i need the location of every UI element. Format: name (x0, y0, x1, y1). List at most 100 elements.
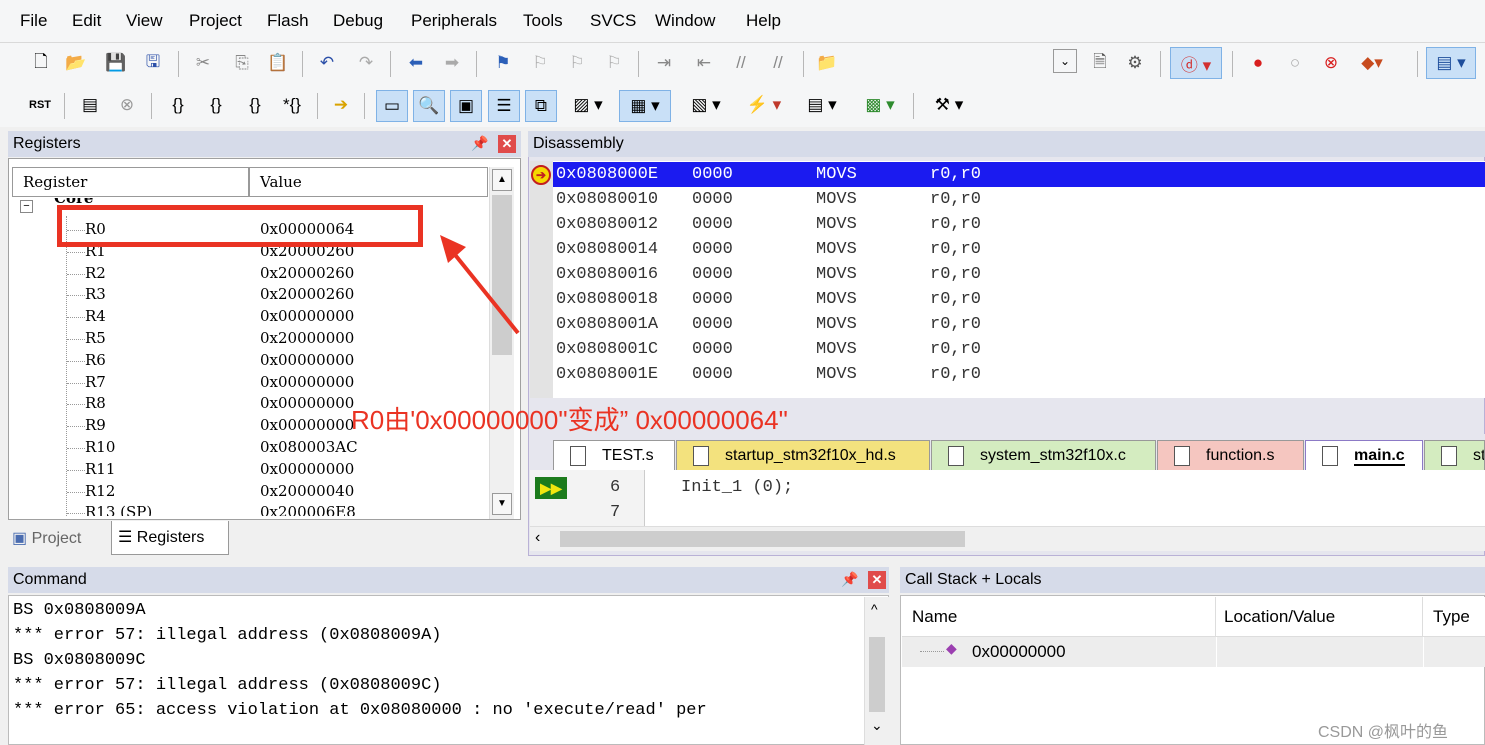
scroll-left-icon[interactable]: ‹ (535, 529, 540, 547)
register-value[interactable]: 0x080003AC (260, 438, 358, 456)
tab-project[interactable]: ▣ Project (12, 524, 108, 554)
memory-window-icon[interactable]: ▦ ▾ (619, 90, 671, 122)
bookmark-clear-icon[interactable]: ⚐ (600, 49, 628, 77)
dropdown-arrow-icon[interactable]: ⌄ (1053, 49, 1077, 73)
save-all-icon[interactable]: 🖫 (139, 49, 167, 77)
col-header-name[interactable]: Name (902, 597, 1216, 637)
file-tab[interactable]: main.c (1305, 440, 1423, 470)
reset-icon[interactable]: RST (26, 91, 54, 119)
code-line[interactable]: Init_1 (0); (681, 478, 793, 497)
new-file-icon[interactable]: 🗋 (27, 49, 55, 77)
register-row[interactable]: R11 0x00000000 (12, 460, 488, 482)
file-tab[interactable]: st (1424, 440, 1485, 470)
menu-view[interactable]: View (126, 11, 163, 31)
tools-icon[interactable]: ⚙ (1121, 49, 1149, 77)
col-header-register[interactable]: Register (12, 167, 249, 197)
disassembly-line[interactable]: 0x0808001A 0000 MOVS r0,r0 (556, 312, 1485, 337)
disassembly-line[interactable]: 0x08080018 0000 MOVS r0,r0 (556, 287, 1485, 312)
collapse-icon[interactable]: − (20, 200, 33, 213)
menu-tools[interactable]: Tools (523, 11, 563, 31)
uncomment-icon[interactable]: // (764, 49, 792, 77)
step-over-icon[interactable]: {} (202, 91, 230, 119)
menu-file[interactable]: File (20, 11, 47, 31)
disassembly-line[interactable]: 0x08080012 0000 MOVS r0,r0 (556, 212, 1485, 237)
register-row[interactable]: R13 (SP) 0x200006E8 (12, 503, 488, 516)
register-value[interactable]: 0x200006E8 (260, 503, 356, 516)
register-value[interactable]: 0x00000000 (260, 351, 354, 369)
menu-peripherals[interactable]: Peripherals (411, 11, 497, 31)
close-icon[interactable]: ✕ (868, 571, 886, 589)
run-to-cursor-icon[interactable]: *{} (278, 91, 306, 119)
col-header-location[interactable]: Location/Value (1216, 597, 1423, 637)
register-row[interactable]: R4 0x00000000 (12, 307, 488, 329)
scroll-thumb[interactable] (869, 637, 885, 712)
register-value[interactable]: 0x20000260 (260, 264, 354, 282)
register-row[interactable]: R12 0x20000040 (12, 482, 488, 504)
menu-help[interactable]: Help (746, 11, 781, 31)
register-value[interactable]: 0x20000000 (260, 329, 354, 347)
col-header-value[interactable]: Value (249, 167, 488, 197)
registers-scrollbar[interactable]: ▲ ▼ (489, 167, 514, 519)
command-window-icon[interactable]: ▭ (376, 90, 408, 122)
step-out-icon[interactable]: {} (241, 91, 269, 119)
watch-window-icon[interactable]: ▨ ▾ (562, 91, 614, 119)
comment-icon[interactable]: // (727, 49, 755, 77)
register-value[interactable]: 0x00000000 (260, 460, 354, 478)
disassembly-line[interactable]: 0x08080016 0000 MOVS r0,r0 (556, 262, 1485, 287)
disassembly-window-icon[interactable]: 🔍 (413, 90, 445, 122)
indent-icon[interactable]: ⇥ (650, 49, 678, 77)
disassembly-line[interactable]: 0x0808001C 0000 MOVS r0,r0 (556, 337, 1485, 362)
bookmark-icon[interactable]: ⚑ (489, 49, 517, 77)
breakpoint-kill-icon[interactable]: ◆▾ (1358, 49, 1386, 77)
register-row[interactable]: R3 0x20000260 (12, 285, 488, 307)
menu-svcs[interactable]: SVCS (590, 11, 636, 31)
unindent-icon[interactable]: ⇤ (690, 49, 718, 77)
save-icon[interactable]: 💾 (102, 49, 130, 77)
breakpoint-disable-icon[interactable]: ○ (1281, 49, 1309, 77)
toolbox-icon[interactable]: ⚒ ▾ (923, 91, 975, 119)
file-tab[interactable]: system_stm32f10x.c (931, 440, 1156, 470)
bookmark-next-icon[interactable]: ⚐ (563, 49, 591, 77)
debug-session-icon[interactable]: ⓓ ▾ (1170, 47, 1222, 79)
stop-icon[interactable]: ⊗ (113, 91, 141, 119)
menu-flash[interactable]: Flash (267, 11, 309, 31)
register-row[interactable]: R6 0x00000000 (12, 351, 488, 373)
tab-registers[interactable]: ☰ Registers (111, 521, 229, 555)
file-tab[interactable]: startup_stm32f10x_hd.s (676, 440, 930, 470)
analysis-window-icon[interactable]: ⚡ ▾ (738, 91, 790, 119)
step-into-icon[interactable]: {} (164, 91, 192, 119)
scroll-down-icon[interactable]: ▼ (492, 493, 512, 515)
disassembly-line[interactable]: 0x08080010 0000 MOVS r0,r0 (556, 187, 1485, 212)
call-stack-window-icon[interactable]: ⧉ (525, 90, 557, 122)
scroll-up-icon[interactable]: ^ (871, 601, 878, 617)
pin-icon[interactable]: 📌 (471, 135, 488, 152)
register-value[interactable]: 0x00000000 (260, 373, 354, 391)
file-tab[interactable]: function.s (1157, 440, 1304, 470)
find-icon[interactable]: 🗎 (1086, 49, 1114, 77)
disassembly-line[interactable]: 0x08080014 0000 MOVS r0,r0 (556, 237, 1485, 262)
hscroll-thumb[interactable] (560, 531, 965, 547)
undo-icon[interactable]: ↶ (313, 49, 341, 77)
find-in-files-icon[interactable]: 📁 (813, 49, 841, 77)
register-row[interactable]: R10 0x080003AC (12, 438, 488, 460)
close-icon[interactable]: ✕ (498, 135, 516, 153)
register-row[interactable]: R7 0x00000000 (12, 373, 488, 395)
scroll-down-icon[interactable]: ⌄ (871, 717, 883, 734)
redo-icon[interactable]: ↷ (352, 49, 380, 77)
nav-forward-icon[interactable]: ➡ (438, 49, 466, 77)
trace-window-icon[interactable]: ▤ ▾ (796, 91, 848, 119)
menu-project[interactable]: Project (189, 11, 242, 31)
menu-debug[interactable]: Debug (333, 11, 383, 31)
show-next-statement-icon[interactable]: ➔ (327, 91, 355, 119)
nav-back-icon[interactable]: ⬅ (402, 49, 430, 77)
command-scrollbar[interactable]: ^ ⌄ (864, 597, 889, 745)
open-folder-icon[interactable]: 📂 (62, 49, 90, 77)
disassembly-line[interactable]: 0x0808001E 0000 MOVS r0,r0 (556, 362, 1485, 387)
paste-icon[interactable]: 📋 (264, 49, 292, 77)
menu-edit[interactable]: Edit (72, 11, 101, 31)
run-icon[interactable]: ▤ (76, 91, 104, 119)
register-row[interactable]: R2 0x20000260 (12, 264, 488, 286)
register-value[interactable]: 0x00000000 (260, 416, 354, 434)
register-value[interactable]: 0x20000040 (260, 482, 354, 500)
symbols-window-icon[interactable]: ▣ (450, 90, 482, 122)
